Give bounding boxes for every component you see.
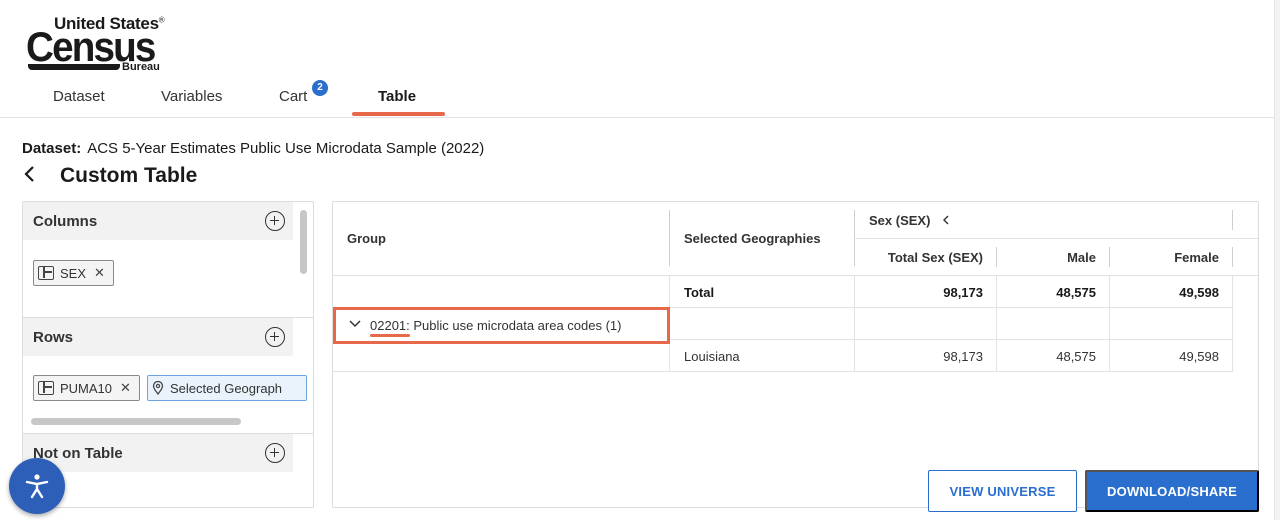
rows-title: Rows xyxy=(33,329,74,346)
table-variable-icon xyxy=(38,266,54,280)
row-chip-selected-geographies[interactable]: Selected Geograph xyxy=(147,375,307,401)
rows-section-header: Rows xyxy=(23,318,293,356)
total-row-male: 48,575 xyxy=(1056,285,1096,300)
column-line xyxy=(1109,276,1110,371)
window-edge xyxy=(1274,0,1280,520)
accessibility-icon xyxy=(25,474,49,499)
tab-dataset[interactable]: Dataset xyxy=(53,88,105,118)
total-row-total: 98,173 xyxy=(943,285,983,300)
column-line xyxy=(996,276,997,371)
add-column-icon[interactable] xyxy=(265,211,285,231)
header-group: Group xyxy=(347,231,386,246)
header-sex: Sex (SEX) xyxy=(869,213,931,228)
geo-row-label: Louisiana xyxy=(684,349,740,364)
header-divider xyxy=(1109,247,1110,267)
row-line xyxy=(333,371,1233,372)
accessibility-button[interactable] xyxy=(9,458,65,514)
tab-variables[interactable]: Variables xyxy=(161,88,222,118)
group-row-label[interactable]: 02201: Public use microdata area codes (… xyxy=(370,318,621,333)
geo-row-female: 49,598 xyxy=(1179,349,1219,364)
page-title: Custom Table xyxy=(60,164,198,187)
header-divider xyxy=(1232,247,1233,267)
geo-row-male: 48,575 xyxy=(1056,349,1096,364)
columns-section-header: Columns xyxy=(23,202,293,240)
nav-tabs: Dataset Variables Cart Table xyxy=(0,78,1280,118)
row-chip-puma10[interactable]: PUMA10 ✕ xyxy=(33,375,140,401)
vertical-scrollbar[interactable] xyxy=(300,210,307,274)
remove-icon[interactable]: ✕ xyxy=(94,265,105,281)
location-pin-icon xyxy=(152,381,164,395)
chip-label: Selected Geograph xyxy=(170,380,283,396)
row-line xyxy=(669,339,1233,340)
geo-row-total: 98,173 xyxy=(943,349,983,364)
dataset-value: ACS 5-Year Estimates Public Use Microdat… xyxy=(87,140,485,157)
column-line xyxy=(1232,276,1233,371)
dataset-label: Dataset: xyxy=(22,140,82,157)
group-code: 02201 xyxy=(370,318,407,333)
logo-bar xyxy=(28,64,120,70)
tab-cart[interactable]: Cart xyxy=(279,88,307,118)
table-layout-panel: Columns SEX ✕ Rows PUMA10 ✕ Selected Geo… xyxy=(22,201,314,508)
header-total-sex: Total Sex (SEX) xyxy=(887,250,983,265)
horizontal-scrollbar[interactable] xyxy=(31,418,241,425)
chevron-left-icon[interactable] xyxy=(20,164,40,184)
header-female: Female xyxy=(1174,250,1219,265)
chip-label: SEX xyxy=(60,265,87,281)
column-chip-sex[interactable]: SEX ✕ xyxy=(33,260,114,286)
total-row-label: Total xyxy=(684,285,715,300)
add-not-on-table-icon[interactable] xyxy=(265,443,285,463)
total-row-female: 49,598 xyxy=(1179,285,1219,300)
cart-count-badge: 2 xyxy=(312,80,328,96)
row-line xyxy=(669,307,1233,308)
code-underline xyxy=(370,334,410,337)
columns-title: Columns xyxy=(33,213,98,230)
chevron-down-icon[interactable] xyxy=(348,318,362,330)
header-divider xyxy=(669,210,670,266)
group-description: : Public use microdata area codes (1) xyxy=(406,318,622,333)
header-selected-geographies: Selected Geographies xyxy=(684,231,821,246)
remove-icon[interactable]: ✕ xyxy=(120,380,131,396)
logo-line3: Bureau xyxy=(122,61,160,73)
dataset-info: Dataset: ACS 5-Year Estimates Public Use … xyxy=(22,140,484,157)
not-on-table-section-header: Not on Table xyxy=(23,434,293,472)
header-male: Male xyxy=(1067,250,1096,265)
census-logo[interactable]: United States® Census Bureau xyxy=(26,14,176,74)
collapse-chevron-icon[interactable] xyxy=(941,214,951,226)
header-subline xyxy=(854,238,1258,239)
header-divider xyxy=(1232,210,1233,230)
header-divider xyxy=(996,247,997,267)
chip-label: PUMA10 xyxy=(60,380,113,396)
column-line xyxy=(854,276,855,371)
table-variable-icon xyxy=(38,381,54,395)
view-universe-button[interactable]: VIEW UNIVERSE xyxy=(928,470,1077,512)
add-row-icon[interactable] xyxy=(265,327,285,347)
download-share-button[interactable]: DOWNLOAD/SHARE xyxy=(1085,470,1259,512)
header-bottom-line xyxy=(333,275,1258,276)
active-tab-indicator xyxy=(352,112,445,116)
